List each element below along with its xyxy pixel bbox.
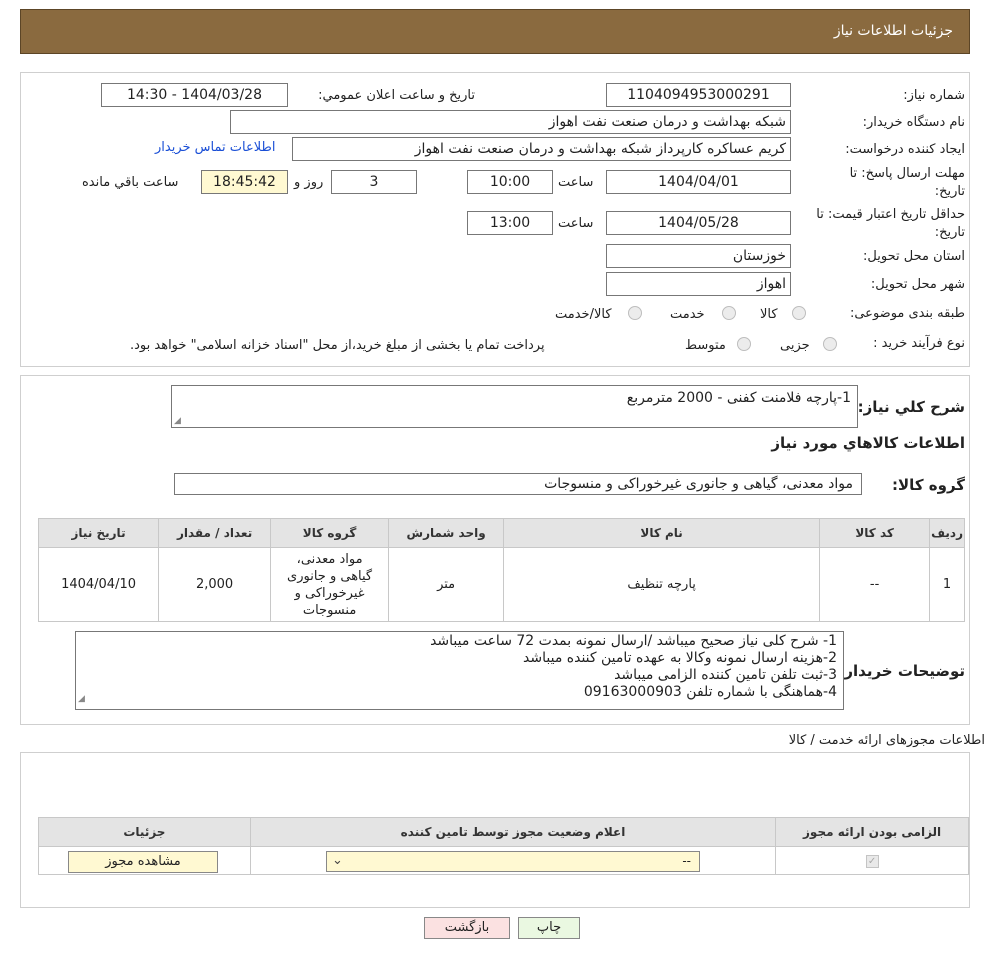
requester-field: کریم عساکره کارپرداز شبکه بهداشت و درمان… bbox=[292, 137, 791, 161]
col-name: نام کالا bbox=[503, 518, 821, 548]
buyer-notes-textarea[interactable]: 1- شرح کلی نیاز صحیح میباشد /ارسال نمونه… bbox=[75, 631, 844, 710]
requester-label: ايجاد کننده درخواست: bbox=[845, 142, 965, 157]
remaining-label: ساعت باقي مانده bbox=[82, 175, 179, 190]
days-label: روز و bbox=[294, 175, 324, 190]
process-radio-medium[interactable] bbox=[737, 337, 751, 351]
cell-group: مواد معدنی، گیاهی و جانوری غیرخوراکی و م… bbox=[270, 547, 390, 622]
buyer-note-line-1: 1- شرح کلی نیاز صحیح میباشد /ارسال نمونه… bbox=[430, 633, 837, 649]
col-date: تاريخ نياز bbox=[37, 518, 160, 548]
buyer-note-line-2: 2-هزینه ارسال نمونه وکالا به عهده تامین … bbox=[523, 650, 837, 666]
goods-info-title: اطلاعات كالاهاي مورد نياز bbox=[771, 434, 965, 452]
col-permit-details: جزئیات bbox=[38, 817, 251, 847]
category-radio-both[interactable] bbox=[628, 306, 642, 320]
cell-name: پارچه تنظیف bbox=[503, 547, 821, 622]
goods-group-field: مواد معدنی، گیاهی و جانوری غیرخوراکی و م… bbox=[174, 473, 862, 495]
category-option-service: خدمت bbox=[670, 307, 705, 322]
col-permit-status: اعلام وضعیت مجوز توسط تامین کننده bbox=[249, 817, 777, 847]
process-option-medium: متوسط bbox=[685, 338, 726, 353]
print-button[interactable]: چاپ bbox=[518, 917, 580, 939]
goods-group-label: گروه كالا: bbox=[892, 476, 965, 494]
back-button[interactable]: بازگشت bbox=[424, 917, 510, 939]
goods-table: رديف کد کالا نام کالا واحد شمارش گروه کا… bbox=[37, 518, 965, 622]
category-option-goods: کالا bbox=[760, 307, 778, 322]
cell-code: -- bbox=[819, 547, 931, 622]
process-radio-minor[interactable] bbox=[823, 337, 837, 351]
category-option-both: کالا/خدمت bbox=[555, 307, 612, 322]
goods-table-header: رديف کد کالا نام کالا واحد شمارش گروه کا… bbox=[37, 518, 965, 548]
process-option-minor: جزیی bbox=[780, 338, 810, 353]
col-code: کد کالا bbox=[819, 518, 931, 548]
category-radio-goods[interactable] bbox=[792, 306, 806, 320]
buyer-contact-link[interactable]: اطلاعات تماس خريدار bbox=[155, 140, 275, 155]
remaining-time-field: 18:45:42 bbox=[201, 170, 288, 194]
deadline-label-date: تاريخ: bbox=[934, 184, 965, 199]
buyer-org-label: نام دستگاه خريدار: bbox=[862, 115, 965, 130]
cell-permit-required: ✓ bbox=[775, 846, 969, 875]
col-qty: تعداد / مقدار bbox=[158, 518, 272, 548]
cell-date: 1404/04/10 bbox=[37, 547, 160, 622]
deadline-label: مهلت ارسال پاسخ: تا bbox=[849, 166, 965, 181]
city-label: شهر محل تحويل: bbox=[870, 277, 965, 292]
cell-qty: 2,000 bbox=[158, 547, 272, 622]
buyer-notes-label: توضيحات خريدار: bbox=[838, 662, 965, 680]
city-field: اهواز bbox=[606, 272, 791, 296]
resize-grip-icon[interactable]: ◢ bbox=[78, 691, 85, 708]
deadline-date-field: 1404/04/01 bbox=[606, 170, 791, 194]
permit-status-value: -- bbox=[682, 854, 691, 868]
days-remaining-field: 3 bbox=[331, 170, 417, 194]
validity-label: حداقل تاريخ اعتبار قيمت: تا bbox=[816, 207, 965, 222]
province-label: استان محل تحويل: bbox=[863, 249, 965, 264]
cell-row: 1 bbox=[929, 547, 965, 622]
need-number-field: 1104094953000291 bbox=[606, 83, 791, 107]
col-permit-required: الزامی بودن ارائه مجوز bbox=[775, 817, 969, 847]
col-row: رديف bbox=[929, 518, 965, 548]
validity-label-date: تاريخ: bbox=[934, 225, 965, 240]
page-title: جزئیات اطلاعات نیاز bbox=[833, 23, 953, 39]
process-label: نوع فرآیند خرید : bbox=[873, 336, 965, 351]
deadline-time-label: ساعت bbox=[558, 175, 594, 190]
process-note: پرداخت تمام یا بخشی از مبلغ خرید،از محل … bbox=[130, 338, 545, 353]
buyer-org-field: شبکه بهداشت و درمان صنعت نفت اهواز bbox=[230, 110, 791, 134]
announce-label: تاريخ و ساعت اعلان عمومي: bbox=[318, 88, 475, 103]
page-header: جزئیات اطلاعات نیاز bbox=[20, 9, 970, 54]
category-label: طبقه بندی موضوعی: bbox=[849, 306, 965, 321]
col-group: گروه کالا bbox=[270, 518, 390, 548]
validity-time-field: 13:00 bbox=[467, 211, 553, 235]
permit-status-select[interactable]: ⌄ -- bbox=[326, 851, 700, 872]
province-field: خوزستان bbox=[606, 244, 791, 268]
summary-text: 1-پارچه فلامنت کفنی - 2000 مترمربع bbox=[626, 390, 851, 406]
checkbox-icon[interactable]: ✓ bbox=[865, 855, 879, 868]
announce-field: 1404/03/28 - 14:30 bbox=[101, 83, 288, 107]
summary-label: شرح كلي نياز: bbox=[857, 398, 965, 416]
category-radio-service[interactable] bbox=[722, 306, 736, 320]
cell-unit: متر bbox=[388, 547, 505, 622]
validity-time-label: ساعت bbox=[558, 216, 594, 231]
col-unit: واحد شمارش bbox=[388, 518, 505, 548]
resize-grip-icon[interactable]: ◢ bbox=[174, 416, 181, 426]
permits-table-header: الزامی بودن ارائه مجوز اعلام وضعیت مجوز … bbox=[38, 817, 969, 847]
chevron-down-icon: ⌄ bbox=[332, 853, 343, 868]
buyer-note-line-3: 3-ثبت تلفن تامین کننده الزامی میباشد bbox=[614, 667, 837, 683]
need-number-label: شماره نیاز: bbox=[903, 88, 965, 103]
buyer-note-line-4: 4-هماهنگی با شماره تلفن 09163000903 bbox=[583, 684, 837, 700]
summary-textarea[interactable]: 1-پارچه فلامنت کفنی - 2000 مترمربع ◢ bbox=[171, 385, 858, 428]
validity-date-field: 1404/05/28 bbox=[606, 211, 791, 235]
deadline-time-field: 10:00 bbox=[467, 170, 553, 194]
permits-title: اطلاعات مجوزهای ارائه خدمت / کالا bbox=[788, 733, 985, 748]
table-row: 1 -- پارچه تنظیف متر مواد معدنی، گیاهی و… bbox=[37, 547, 965, 622]
view-permit-button[interactable]: مشاهده مجوز bbox=[68, 851, 218, 873]
